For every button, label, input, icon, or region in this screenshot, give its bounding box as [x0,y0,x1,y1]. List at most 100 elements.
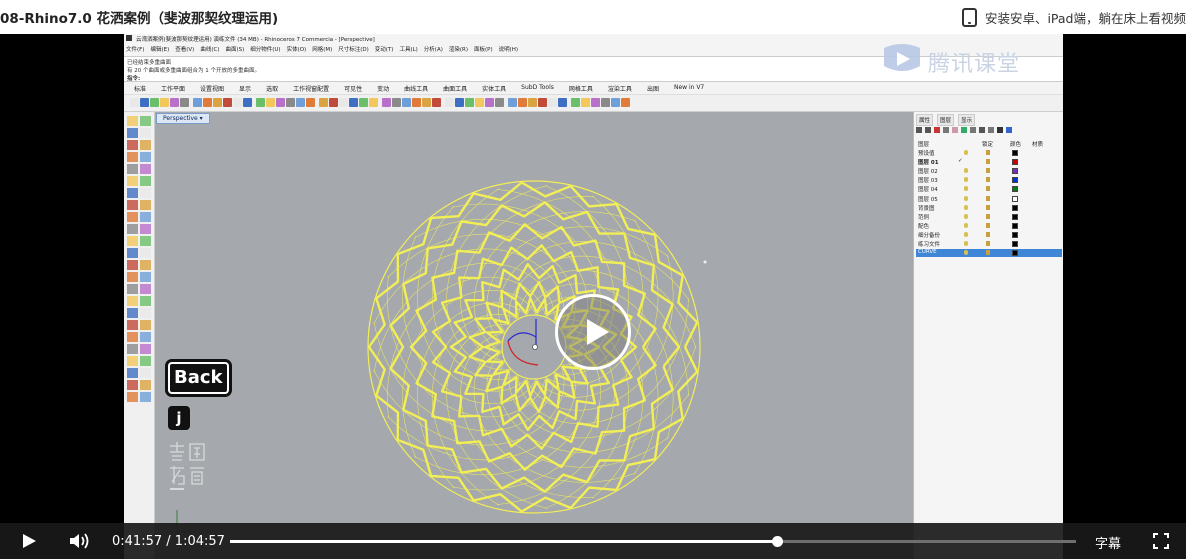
toolbar-tool-icon[interactable] [306,98,315,107]
left-tool-icon[interactable] [127,284,138,294]
layer-row[interactable]: 图层 03 [916,176,1062,184]
lightbulb-icon[interactable] [964,195,968,201]
toolbar-tab[interactable]: SubD Tools [521,84,554,93]
toolbar-tool-icon[interactable] [256,98,265,107]
layer-tool-icon[interactable] [934,127,940,133]
menu-item[interactable]: 曲面(S) [225,45,244,53]
lock-icon[interactable] [986,159,990,165]
toolbar-tool-icon[interactable] [276,98,285,107]
left-tool-icon[interactable] [127,188,138,198]
toolbar-tab[interactable]: 曲线工具 [404,84,428,93]
layer-tool-icon[interactable] [925,127,931,133]
lock-icon[interactable] [986,204,990,210]
layer-color-swatch[interactable] [1012,241,1018,247]
layer-color-swatch[interactable] [1012,159,1018,166]
toolbar-tool-icon[interactable] [611,98,620,107]
left-tool-icon[interactable] [140,164,151,174]
layer-row[interactable]: CURVE [916,249,1062,258]
menu-item[interactable]: 说明(H) [499,45,518,53]
layer-color-swatch[interactable] [1012,204,1018,211]
left-tool-icon[interactable] [140,296,151,306]
progress-handle[interactable] [771,536,783,547]
left-tool-icon[interactable] [140,248,151,258]
lock-icon[interactable] [986,150,990,155]
left-tool-icon[interactable] [127,344,138,354]
left-tool-icon[interactable] [140,128,151,138]
toolbar-tool-icon[interactable] [150,98,159,107]
toolbar-tool-icon[interactable] [621,98,630,107]
layer-tool-icon[interactable] [988,127,994,133]
left-tool-icon[interactable] [140,140,151,150]
left-tool-icon[interactable] [127,308,138,318]
left-tool-icon[interactable] [127,140,138,150]
menu-item[interactable]: 查看(V) [175,45,194,53]
left-tool-icon[interactable] [127,272,138,282]
toolbar-tab[interactable]: 实体工具 [482,84,506,93]
menu-item[interactable]: 渲染(R) [449,45,468,53]
layer-color-swatch[interactable] [1012,231,1018,238]
toolbar-tab[interactable]: New in V7 [674,84,704,93]
layer-row[interactable]: 背景图 [916,204,1062,212]
menu-item[interactable]: 分析(A) [424,45,443,53]
panel-tab[interactable]: 属性 [916,114,934,126]
toolbar-tab[interactable]: 可见性 [344,84,362,93]
layer-color-swatch[interactable] [1012,195,1018,202]
toolbar-tool-icon[interactable] [402,98,411,107]
toolbar-tool-icon[interactable] [485,98,494,107]
toolbar-tool-icon[interactable] [581,98,590,107]
layer-row[interactable]: 预设值 [916,149,1062,157]
left-tool-icon[interactable] [140,284,151,294]
toolbar-tool-icon[interactable] [193,98,202,107]
layer-color-swatch[interactable] [1012,177,1018,184]
toolbar-tool-icon[interactable] [558,98,567,107]
panel-tab[interactable]: 显示 [958,114,976,126]
layer-tool-icon[interactable] [1006,127,1012,133]
toolbar-tab[interactable]: 标准 [134,84,146,93]
layer-tool-icon[interactable] [997,127,1003,133]
toolbar-tool-icon[interactable] [369,98,378,107]
left-tool-icon[interactable] [140,320,151,330]
toolbar-tool-icon[interactable] [160,98,169,107]
toolbar-tool-icon[interactable] [349,98,358,107]
left-tool-icon[interactable] [140,116,151,126]
lock-icon[interactable] [986,231,990,237]
left-tool-icon[interactable] [127,368,138,378]
perspective-viewport[interactable]: Perspective ▾ [155,112,912,559]
toolbar-tool-icon[interactable] [528,98,537,107]
toolbar-tool-icon[interactable] [170,98,179,107]
toolbar-tool-icon[interactable] [571,98,580,107]
toolbar-tool-icon[interactable] [213,98,222,107]
toolbar-tool-icon[interactable] [180,98,189,107]
layer-tool-icon[interactable] [979,127,985,133]
layer-row[interactable]: 图层 05 [916,195,1062,203]
volume-icon[interactable] [68,532,92,550]
app-download-promo[interactable]: 安装安卓、iPad端，躺在床上看视频 [961,0,1186,34]
toolbar-tab[interactable]: 显示 [239,84,251,93]
left-tool-icon[interactable] [140,356,151,366]
left-tool-icon[interactable] [140,368,151,378]
toolbar-tool-icon[interactable] [538,98,547,107]
menu-item[interactable]: 尺寸标注(D) [338,45,369,53]
left-tool-icon[interactable] [140,260,151,270]
lightbulb-icon[interactable] [964,204,968,210]
left-tool-icon[interactable] [127,320,138,330]
menu-item[interactable]: 曲线(C) [200,45,219,53]
layer-row[interactable]: 细分备份 [916,231,1062,239]
layer-tool-icon[interactable] [916,127,922,133]
left-tool-icon[interactable] [127,356,138,366]
toolbar-tool-icon[interactable] [518,98,527,107]
play-icon[interactable] [20,533,36,549]
toolbar-tool-icon[interactable] [130,98,139,107]
menu-item[interactable]: 面板(P) [474,45,493,53]
progress-bar[interactable] [230,536,1076,547]
left-tool-icon[interactable] [127,152,138,162]
promo-text[interactable]: 安装安卓、iPad端，躺在床上看视频 [985,8,1186,27]
lightbulb-icon[interactable] [964,186,968,192]
toolbar-tool-icon[interactable] [455,98,464,107]
toolbar-tab[interactable]: 曲面工具 [443,84,467,93]
layer-color-swatch[interactable] [1012,213,1018,220]
left-tool-icon[interactable] [127,392,138,402]
toolbar-tool-icon[interactable] [329,98,338,107]
viewport-tab-perspective[interactable]: Perspective ▾ [156,113,210,124]
menu-item[interactable]: 细分物件(U) [250,45,280,53]
